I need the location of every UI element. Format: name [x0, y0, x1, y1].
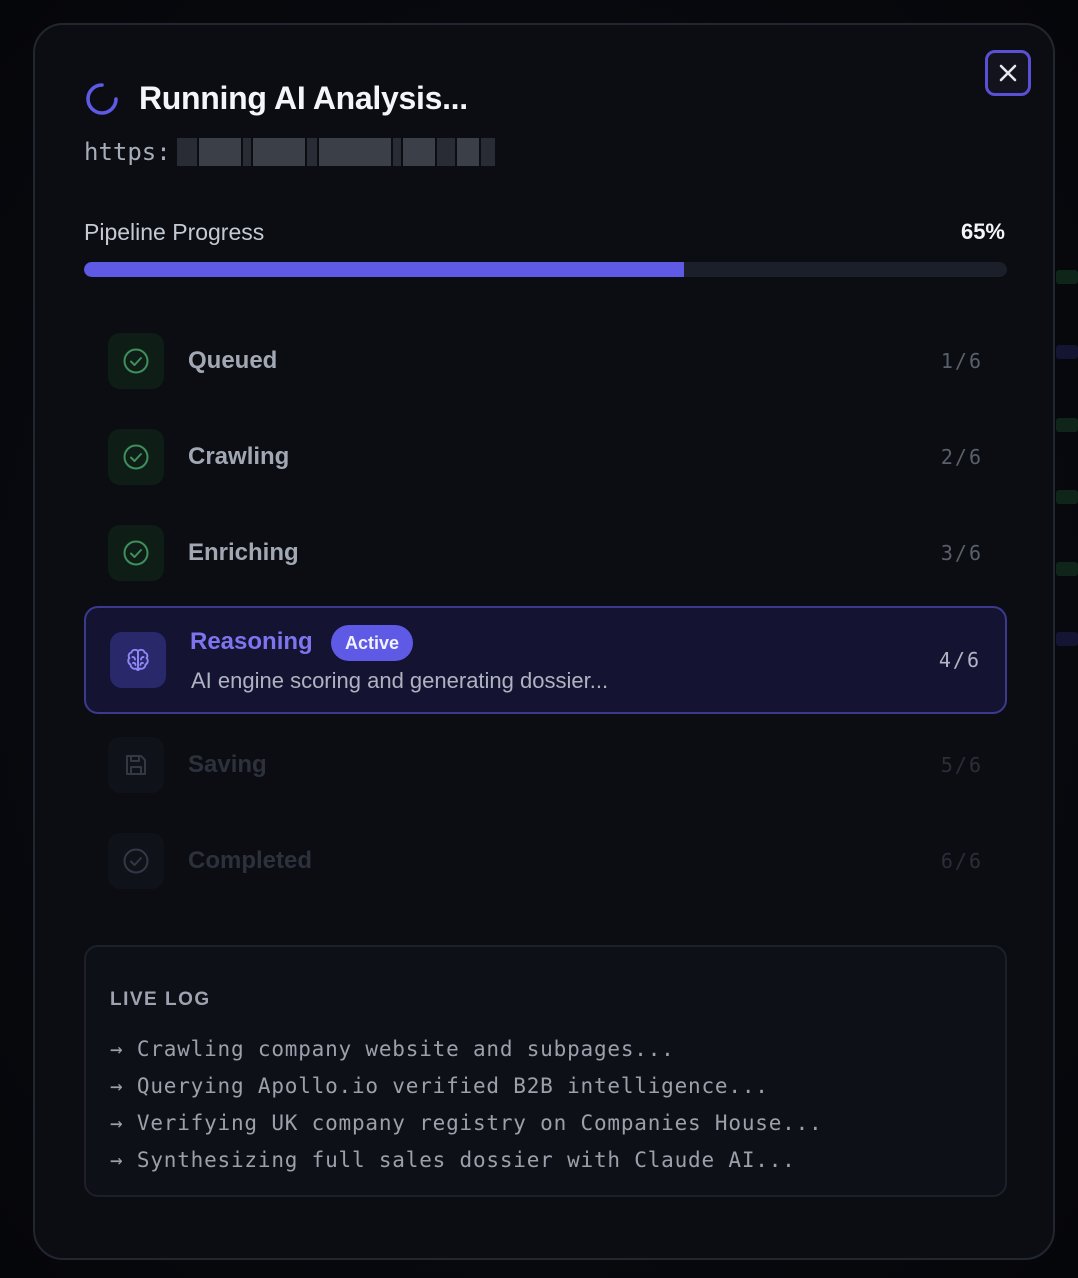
step-crawling: Crawling 2/6 [84, 417, 1007, 497]
background-fragment [1056, 490, 1078, 504]
step-enriching: Enriching 3/6 [84, 513, 1007, 593]
progress-bar [84, 262, 1007, 277]
analysis-dialog: Running AI Analysis... https: Pipeline P… [33, 23, 1055, 1260]
step-label: Saving [188, 751, 267, 778]
step-label: Enriching [188, 539, 299, 566]
log-line: → Querying Apollo.io verified B2B intell… [110, 1074, 769, 1098]
log-line: → Crawling company website and subpages.… [110, 1037, 675, 1061]
step-icon-box [108, 833, 164, 889]
log-line: → Synthesizing full sales dossier with C… [110, 1148, 796, 1172]
check-circle-icon [123, 348, 149, 374]
step-count: 2/6 [940, 445, 983, 469]
check-circle-icon [123, 540, 149, 566]
step-completed: Completed 6/6 [84, 821, 1007, 901]
progress-percent: 65% [960, 219, 1005, 244]
step-icon-box [108, 737, 164, 793]
redacted-url [176, 137, 495, 167]
step-count: 3/6 [940, 541, 983, 565]
step-label: Reasoning [190, 628, 313, 655]
step-icon-box [110, 632, 166, 688]
progress-fill [84, 262, 684, 277]
step-icon-box [108, 429, 164, 485]
live-log-panel: LIVE LOG → Crawling company website and … [84, 945, 1007, 1197]
dialog-header: Running AI Analysis... [85, 80, 468, 117]
background-fragment [1056, 632, 1078, 646]
step-count: 5/6 [940, 753, 983, 777]
live-log-title: LIVE LOG [110, 989, 211, 1010]
step-count: 1/6 [940, 349, 983, 373]
step-label: Crawling [188, 443, 290, 470]
step-queued: Queued 1/6 [84, 321, 1007, 401]
background-fragment [1056, 562, 1078, 576]
step-description: AI engine scoring and generating dossier… [191, 668, 609, 693]
step-label: Queued [188, 347, 278, 374]
step-saving: Saving 5/6 [84, 725, 1007, 805]
background-fragment [1056, 270, 1078, 284]
step-count: 4/6 [938, 648, 981, 672]
step-reasoning: Reasoning Active AI engine scoring and g… [84, 606, 1007, 714]
check-circle-icon [123, 444, 149, 470]
background-fragment [1056, 345, 1078, 359]
url-prefix: https: [84, 138, 171, 166]
step-icon-box [108, 333, 164, 389]
close-icon [999, 64, 1017, 82]
progress-label: Pipeline Progress [84, 219, 265, 245]
close-button[interactable] [985, 50, 1031, 96]
active-badge: Active [331, 625, 414, 661]
check-circle-icon [123, 848, 149, 874]
step-icon-box [108, 525, 164, 581]
save-icon [126, 755, 146, 775]
background-fragment [1056, 418, 1078, 432]
live-log-lines: → Crawling company website and subpages.… [110, 1031, 822, 1179]
log-line: → Verifying UK company registry on Compa… [110, 1111, 823, 1135]
step-label: Completed [188, 847, 313, 874]
target-url: https: [84, 137, 495, 167]
step-count: 6/6 [940, 849, 983, 873]
spinner-icon [86, 82, 118, 115]
dialog-title: Running AI Analysis... [139, 80, 468, 116]
brain-icon [127, 648, 149, 671]
